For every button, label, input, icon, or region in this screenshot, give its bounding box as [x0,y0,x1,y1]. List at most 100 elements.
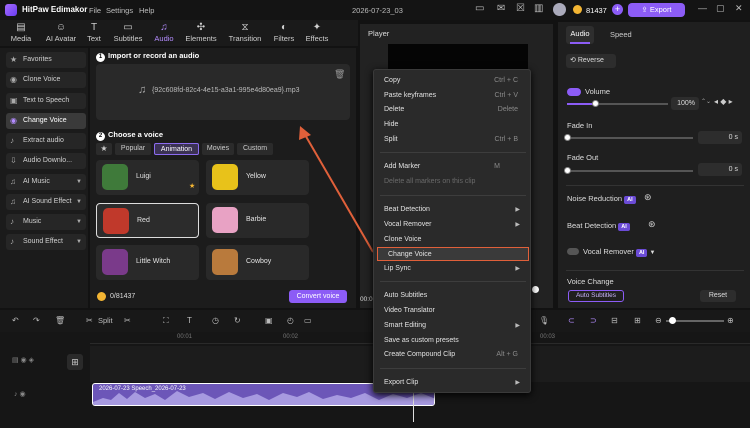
noise-download-icon[interactable]: ⊛ [644,192,652,203]
menu-item-export-clip[interactable]: Export Clip ▶ [374,376,532,390]
caption-icon[interactable]: ▭ [304,316,312,325]
timer-icon[interactable]: ◴ [287,316,294,325]
vocal-remover-toggle[interactable] [567,248,579,255]
menu-item-video-translator[interactable]: Video Translator [374,304,532,318]
gift-icon[interactable]: ▥ [534,3,543,14]
filter-animation[interactable]: Animation [154,143,199,155]
snap-icon[interactable]: ⊟ [611,316,618,325]
convert-voice-button[interactable]: Convert voice [289,290,347,303]
audio-track-controls[interactable]: ♪ ◉ [14,390,26,398]
fade-out-value[interactable]: 0 s [698,163,742,176]
menu-item-change-voice[interactable]: Change Voice [377,247,529,261]
voice-card-barbie[interactable]: Barbie [206,203,309,238]
redo-icon[interactable]: ↷ [33,316,40,325]
delete-file-icon[interactable]: 🗑 [334,69,345,80]
split-icon[interactable]: ✂ [86,316,93,325]
timeline-mic-icon[interactable]: 🎙 [539,316,549,325]
reverse-button[interactable]: ⟲ Reverse [566,54,616,68]
menu-item-smart-editing[interactable]: Smart Editing ▶ [374,319,532,333]
video-track-controls[interactable]: ▤ ◉ ◈ [12,356,34,364]
freeze-icon[interactable]: ▣ [265,316,273,325]
sidebar-item-text-to-speech[interactable]: ▣ Text to Speech [6,93,86,109]
undo-icon[interactable]: ↶ [12,316,19,325]
menu-item-beat-detection[interactable]: Beat Detection ▶ [374,203,532,217]
crop-icon[interactable]: ⛶ [163,316,169,326]
zoom-out-icon[interactable]: ⊖ [655,316,662,325]
fade-out-slider[interactable] [567,170,693,172]
sidebar-item-extract-audio[interactable]: ♪ Extract audio [6,133,86,149]
fade-in-knob[interactable] [564,134,571,141]
add-credits-icon[interactable]: + [612,4,623,15]
sidebar-item-change-voice[interactable]: ◉ Change Voice [6,113,86,129]
sidebar-item-audio-download[interactable]: ⇩ Audio Downlo... [6,153,86,169]
delete-icon[interactable]: 🗑 [55,316,65,325]
filter-custom[interactable]: Custom [237,143,273,155]
tab-media[interactable]: ▤ Media [3,22,39,43]
menu-item-hide[interactable]: Hide [374,118,532,132]
avatar[interactable] [553,3,566,16]
tab-filters[interactable]: ◐ Filters [268,22,300,43]
voice-card-yellow[interactable]: Yellow [206,160,309,195]
beat-download-icon[interactable]: ⊛ [648,219,656,230]
maximize-icon[interactable]: ▢ [716,3,725,14]
replay-icon[interactable]: ↻ [234,316,241,325]
voice-card-luigi[interactable]: Luigi ★ [96,160,199,195]
menu-item-lip-sync[interactable]: Lip Sync ▶ [374,262,532,276]
tab-elements[interactable]: ✣ Elements [182,22,220,43]
tab-effects[interactable]: ✦ Effects [301,22,333,43]
fade-in-value[interactable]: 0 s [698,131,742,144]
close-icon[interactable]: ✕ [735,3,743,14]
tab-text[interactable]: T Text [80,22,108,43]
playhead-knob[interactable] [532,286,539,293]
filter-movies[interactable]: Movies [202,143,234,155]
menu-help[interactable]: Help [139,6,154,15]
sidebar-item-clone-voice[interactable]: ◉ Clone Voice [6,72,86,88]
audio-file-box[interactable]: ♫ {92c608fd-82c4-4e15-a3a1-995e4d80ea9}.… [96,64,350,120]
reset-button[interactable]: Reset [700,290,736,302]
menu-item-save-custom-presets[interactable]: Save as custom presets [374,334,532,348]
sidebar-item-ai-music[interactable]: ♫ AI Music ▼ [6,174,86,190]
link-icon[interactable]: ⊃ [590,316,597,325]
keyframe-icon[interactable]: ◂ ◆ ▸ [714,97,733,106]
menu-item-split[interactable]: Split Ctrl + B [374,133,532,147]
tab-speed[interactable]: Speed [610,30,632,39]
sidebar-item-ai-sound-effect[interactable]: ♫ AI Sound Effect ▼ [6,194,86,210]
export-button[interactable]: ⇪ Export [628,3,685,17]
volume-slider-knob[interactable] [592,100,599,107]
tab-transition[interactable]: ⧖ Transition [224,22,266,43]
ai-split-icon[interactable]: ✂ [124,316,131,325]
volume-value[interactable]: 100% [671,97,699,110]
voice-card-cowboy[interactable]: Cowboy [206,245,309,280]
filter-favorites-icon[interactable]: ★ [96,143,112,155]
voice-card-little-witch[interactable]: Little Witch [96,245,199,280]
sidebar-item-sound-effect[interactable]: ♪ Sound Effect ▼ [6,234,86,250]
tab-audio[interactable]: ♫ Audio [148,22,180,43]
menu-item-vocal-remover[interactable]: Vocal Remover ▶ [374,218,532,232]
split-label[interactable]: Split [98,316,113,325]
volume-toggle[interactable] [567,88,581,96]
monitor-icon[interactable]: ▭ [475,3,484,14]
text-tool-icon[interactable]: T [187,316,192,325]
volume-stepper-icon[interactable]: ⌃⌄ [701,98,711,105]
menu-settings[interactable]: Settings [106,6,133,15]
menu-item-copy[interactable]: Copy Ctrl + C [374,74,532,88]
menu-item-delete[interactable]: Delete Delete [374,103,532,117]
menu-item-auto-subtitles[interactable]: Auto Subtitles [374,289,532,303]
auto-subtitles-button[interactable]: Auto Subtitles [568,290,624,302]
mail-icon[interactable]: ✉ [497,3,505,14]
checkbox-icon[interactable]: ☒ [516,3,525,14]
voice-card-red[interactable]: Red [96,203,199,238]
speed-icon[interactable]: ◷ [212,316,219,325]
tab-ai-avatar[interactable]: ☺ AI Avatar [40,22,82,43]
tab-subtitles[interactable]: ▭ Subtitles [109,22,147,43]
magnet-icon[interactable]: ⊂ [568,316,575,325]
menu-item-clone-voice[interactable]: Clone Voice [374,233,532,247]
add-media-icon[interactable]: ⊞ [67,354,83,370]
menu-item-add-marker[interactable]: Add Marker M [374,160,532,174]
sidebar-item-favorites[interactable]: ★ Favorites [6,52,86,68]
chevron-down-icon[interactable]: ▼ [650,250,656,256]
minimize-icon[interactable]: — [698,3,707,13]
menu-file[interactable]: File [89,6,101,15]
filter-popular[interactable]: Popular [115,143,151,155]
sidebar-item-music[interactable]: ♪ Music ▼ [6,214,86,230]
